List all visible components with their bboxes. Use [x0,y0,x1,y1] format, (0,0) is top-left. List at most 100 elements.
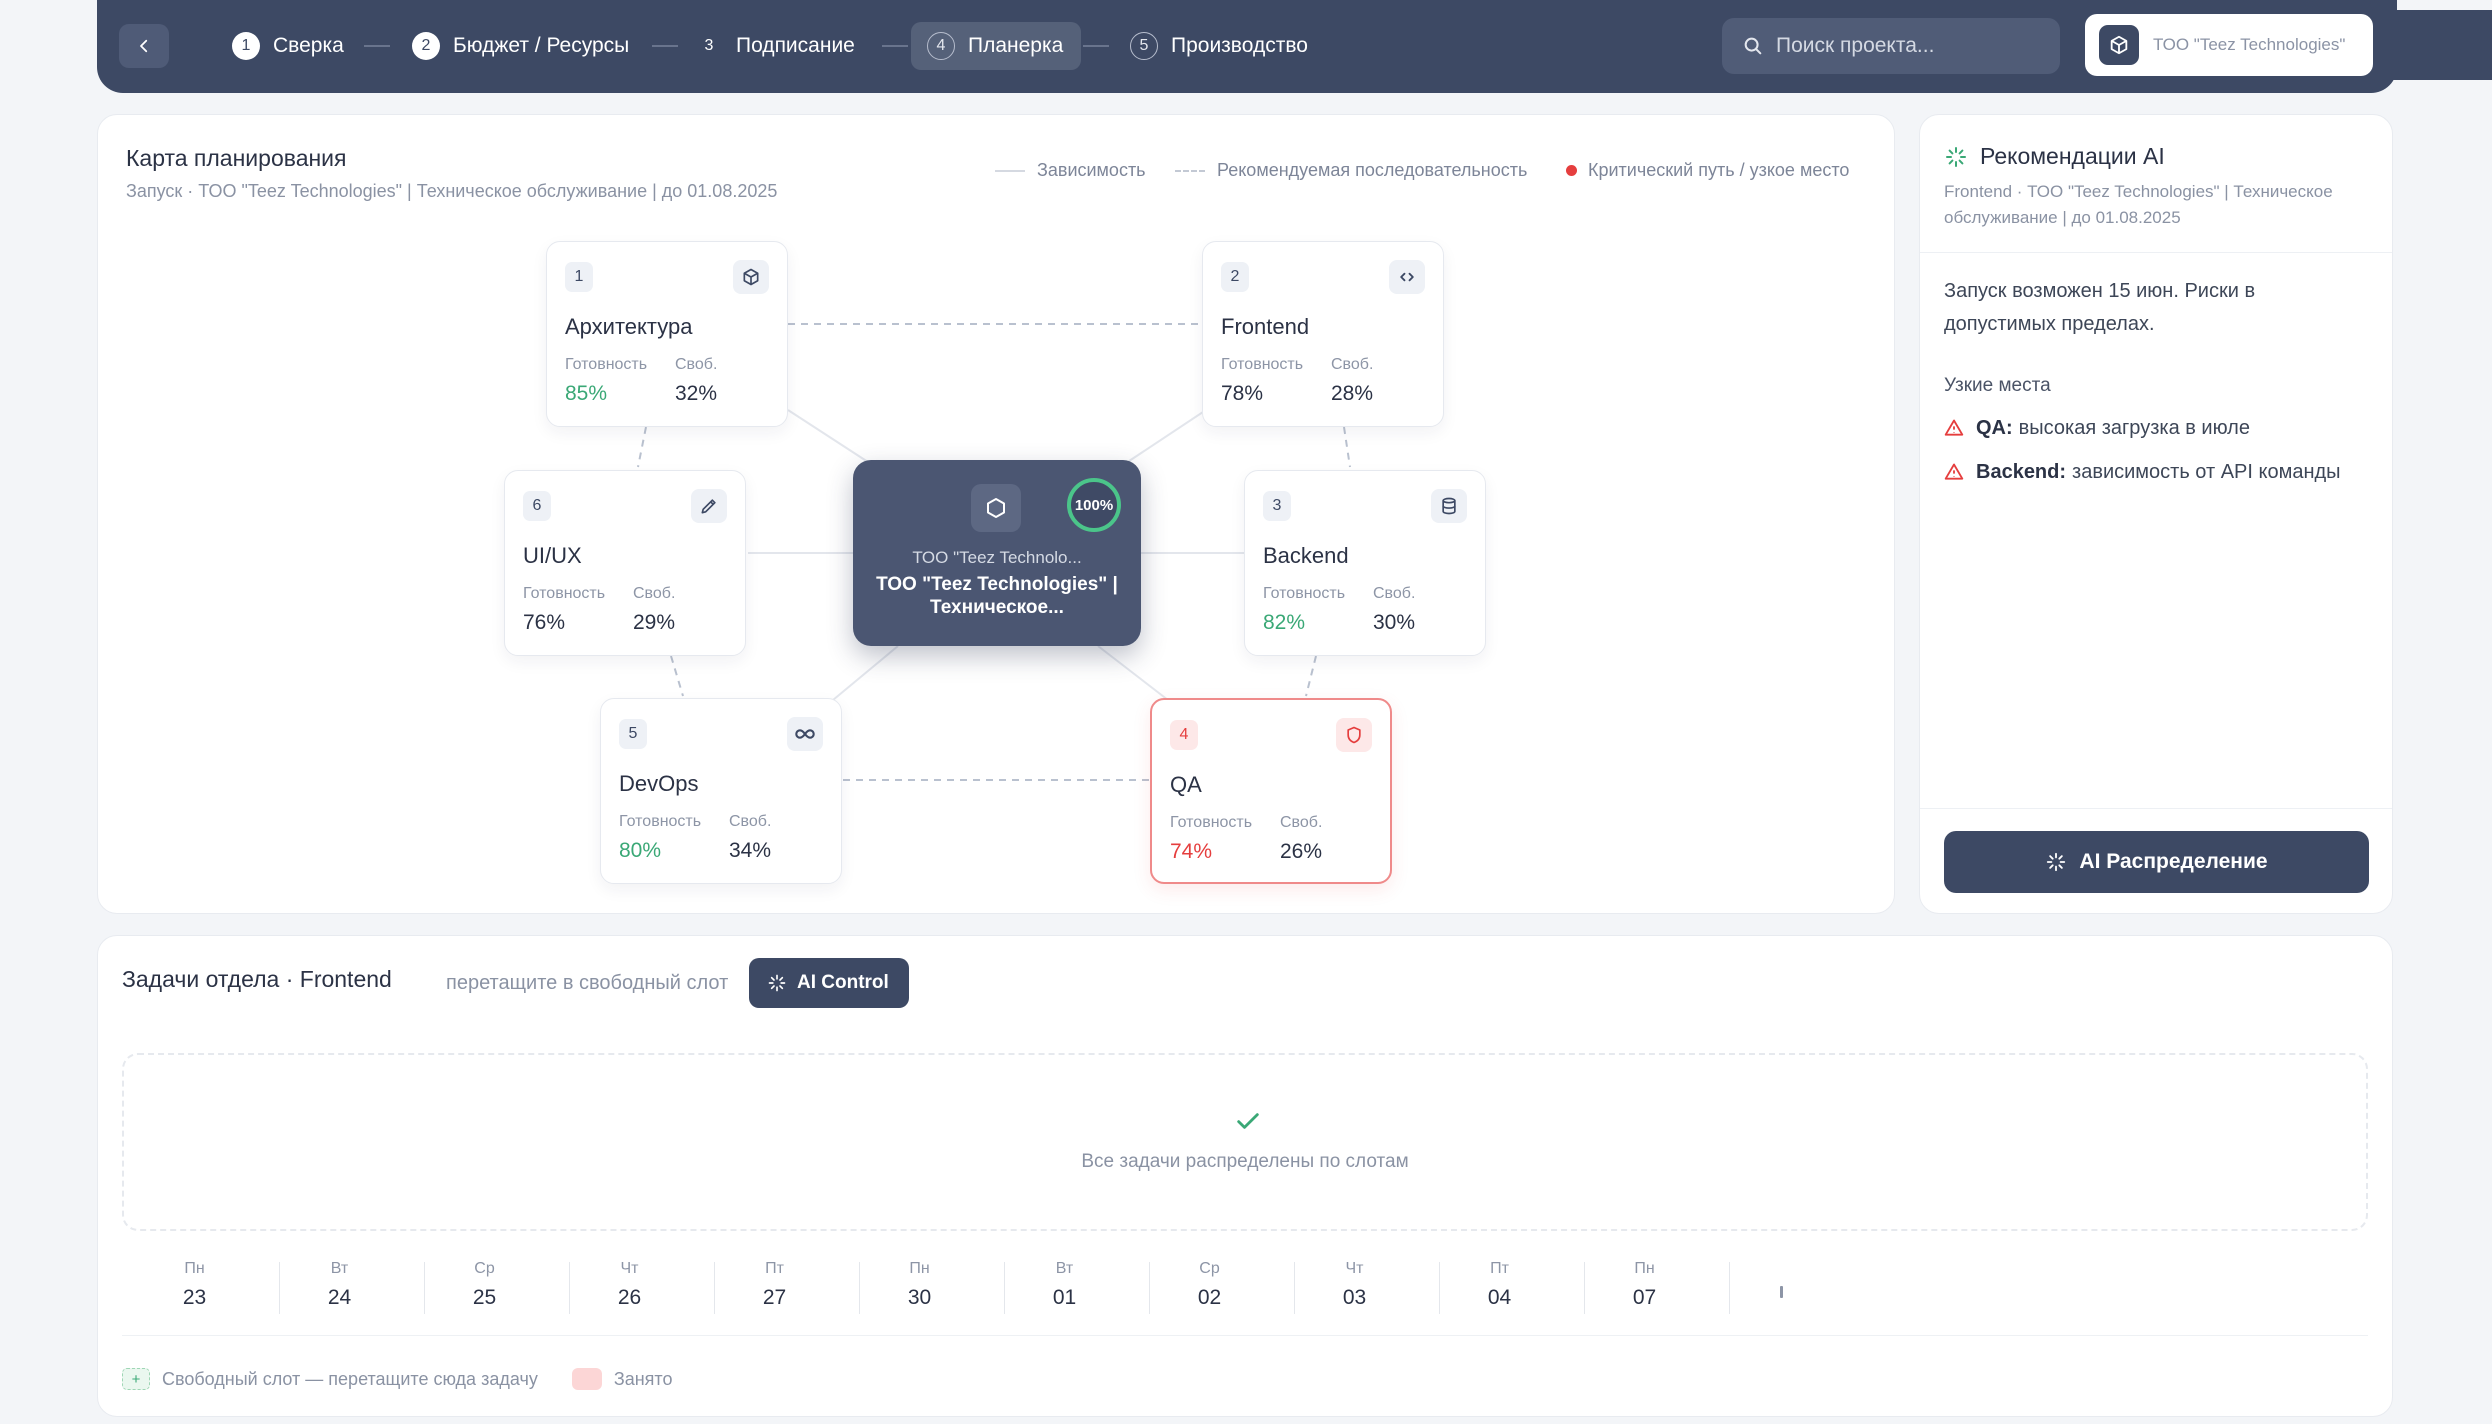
step-label: Производство [1171,34,1308,57]
step-separator [652,45,678,47]
day-number: 24 [327,1286,352,1309]
company-selector[interactable]: ТОО "Teez Technologies" [2085,14,2373,76]
node-number: 6 [523,491,551,521]
dependency-line [832,645,899,701]
day-column[interactable]: Чт 26 [557,1256,702,1318]
node-name: Frontend [1221,314,1310,339]
cube-icon [2110,35,2128,55]
bottleneck-item: QA: высокая загрузка в июле [1944,413,2364,443]
planning-map-card: Карта планирования Запуск · ТОО "Teez Te… [97,114,1895,914]
step-signing[interactable]: 3 Подписание [695,22,855,70]
day-column[interactable]: Ср 02 [1137,1256,1282,1318]
free-slot-swatch: + [122,1368,150,1390]
weekday: Ср [1199,1260,1220,1277]
step-production[interactable]: 5 Производство [1130,22,1308,70]
top-bar-extension [2390,10,2492,80]
bottleneck-text: высокая загрузка в июле [2018,417,2250,439]
day-column[interactable]: Ср 25 [412,1256,557,1318]
code-icon [1400,272,1414,282]
day-column[interactable]: Пн 23 [122,1256,267,1318]
bottleneck-text: зависимость от API команды [2072,461,2341,483]
node-name: QA [1170,772,1202,797]
empty-state-text: Все задачи распределены по слотам [1081,1151,1409,1172]
step-label: Планерка [968,34,1064,57]
day-column[interactable]: Вт 24 [267,1256,412,1318]
ai-title: Рекомендации AI [1980,143,2165,169]
readiness-value: 80% [619,839,662,862]
search-input[interactable] [1776,34,2036,58]
step-label: Подписание [736,34,855,57]
free-value: 32% [675,382,718,405]
node-frontend[interactable]: 2 Frontend Готовность Своб. 78% 28% [1202,241,1444,427]
day-column[interactable]: Пн 07 [1572,1256,1717,1318]
step-planning[interactable]: 4 Планерка [911,22,1082,70]
day-number: 01 [1052,1286,1077,1309]
free-label: Своб. [1373,585,1416,602]
bottleneck-key: Backend: [1976,461,2067,483]
readiness-value: 78% [1221,382,1264,405]
node-number: 5 [619,719,647,749]
day-number: 30 [907,1286,932,1309]
day-column[interactable]: Чт 03 [1282,1256,1427,1318]
day-column[interactable]: Пт 04 [1427,1256,1572,1318]
weekday: Пн [1634,1260,1655,1277]
project-search [1722,18,2060,74]
readiness-value: 85% [565,382,608,405]
tasks-title: Задачи отдела · Frontend [122,966,392,992]
free-label: Своб. [729,813,772,830]
recommended-line [637,426,647,468]
free-value: 30% [1373,611,1416,634]
task-drop-zone[interactable]: Все задачи распределены по слотам [122,1053,2368,1231]
readiness-label: Готовность [619,813,702,830]
node-backend[interactable]: 3 Backend Готовность Своб. 82% 30% [1244,470,1486,656]
company-icon [2099,25,2139,65]
ai-recommendations-card: Рекомендации AI Frontend · ТОО "Teez Tec… [1919,114,2393,914]
shield-icon [1347,726,1361,744]
day-number: 07 [1632,1286,1657,1309]
back-button[interactable] [119,24,169,68]
weekday: Вт [330,1260,349,1277]
day-number: 02 [1197,1286,1222,1309]
day-number: 03 [1342,1286,1367,1309]
timeline-scroll-marker[interactable] [1780,1286,1783,1298]
warning-icon [1944,463,1964,480]
node-uiux[interactable]: 6 UI/UX Готовность Своб. 76% 29% [504,470,746,656]
department-tasks-card: Задачи отдела · Frontend перетащите в св… [97,935,2393,1417]
node-icon [691,489,727,523]
project-center-node[interactable]: 100% ТОО "Teez Technolo... ТОО "Teez Tec… [853,460,1141,646]
project-title: ТОО "Teez Technologies" | Техническое... [876,574,1118,618]
free-value: 26% [1280,840,1323,863]
chevron-left-icon [140,39,148,53]
node-name: UI/UX [523,543,582,568]
sparkle-loader-icon [2047,852,2066,872]
day-column[interactable]: Пт 27 [702,1256,847,1318]
step-separator [1083,45,1109,47]
check-icon [1237,1113,1259,1129]
node-icon [733,260,769,294]
step-reconciliation[interactable]: 1 Сверка [232,22,344,70]
weekday: Чт [1345,1260,1364,1277]
database-icon [1442,497,1456,515]
day-number: 25 [472,1286,497,1309]
node-number: 3 [1263,491,1291,521]
node-devops[interactable]: 5 DevOps Готовность Своб. 80% 34% [600,698,842,884]
search-icon [1744,37,1762,55]
ai-distribution-button[interactable]: AI Распределение [1944,831,2369,893]
step-number: 4 [927,32,955,60]
company-name: ТОО "Teez Technologies" [2153,35,2346,54]
bottlenecks-title: Узкие места [1944,375,2051,396]
node-qa[interactable]: 4 QA Готовность Своб. 74% 26% [1150,698,1392,884]
ai-subtitle: Frontend · ТОО "Teez Technologies" | Тех… [1944,182,2333,227]
weekday: Пн [909,1260,930,1277]
slot-legend: + Свободный слот — перетащите сюда задач… [122,1368,672,1390]
day-column[interactable]: Вт 01 [992,1256,1137,1318]
node-architecture[interactable]: 1 Архитектура Готовность Своб. 85% 32% [546,241,788,427]
ai-control-button[interactable]: AI Control [749,958,909,1008]
recommended-line [670,655,684,697]
bottleneck-key: QA: [1976,417,2013,439]
free-value: 34% [729,839,772,862]
day-column[interactable]: Пн 30 [847,1256,992,1318]
step-budget[interactable]: 2 Бюджет / Ресурсы [412,22,629,70]
hexagon-icon [987,498,1005,518]
divider [1920,808,2392,809]
